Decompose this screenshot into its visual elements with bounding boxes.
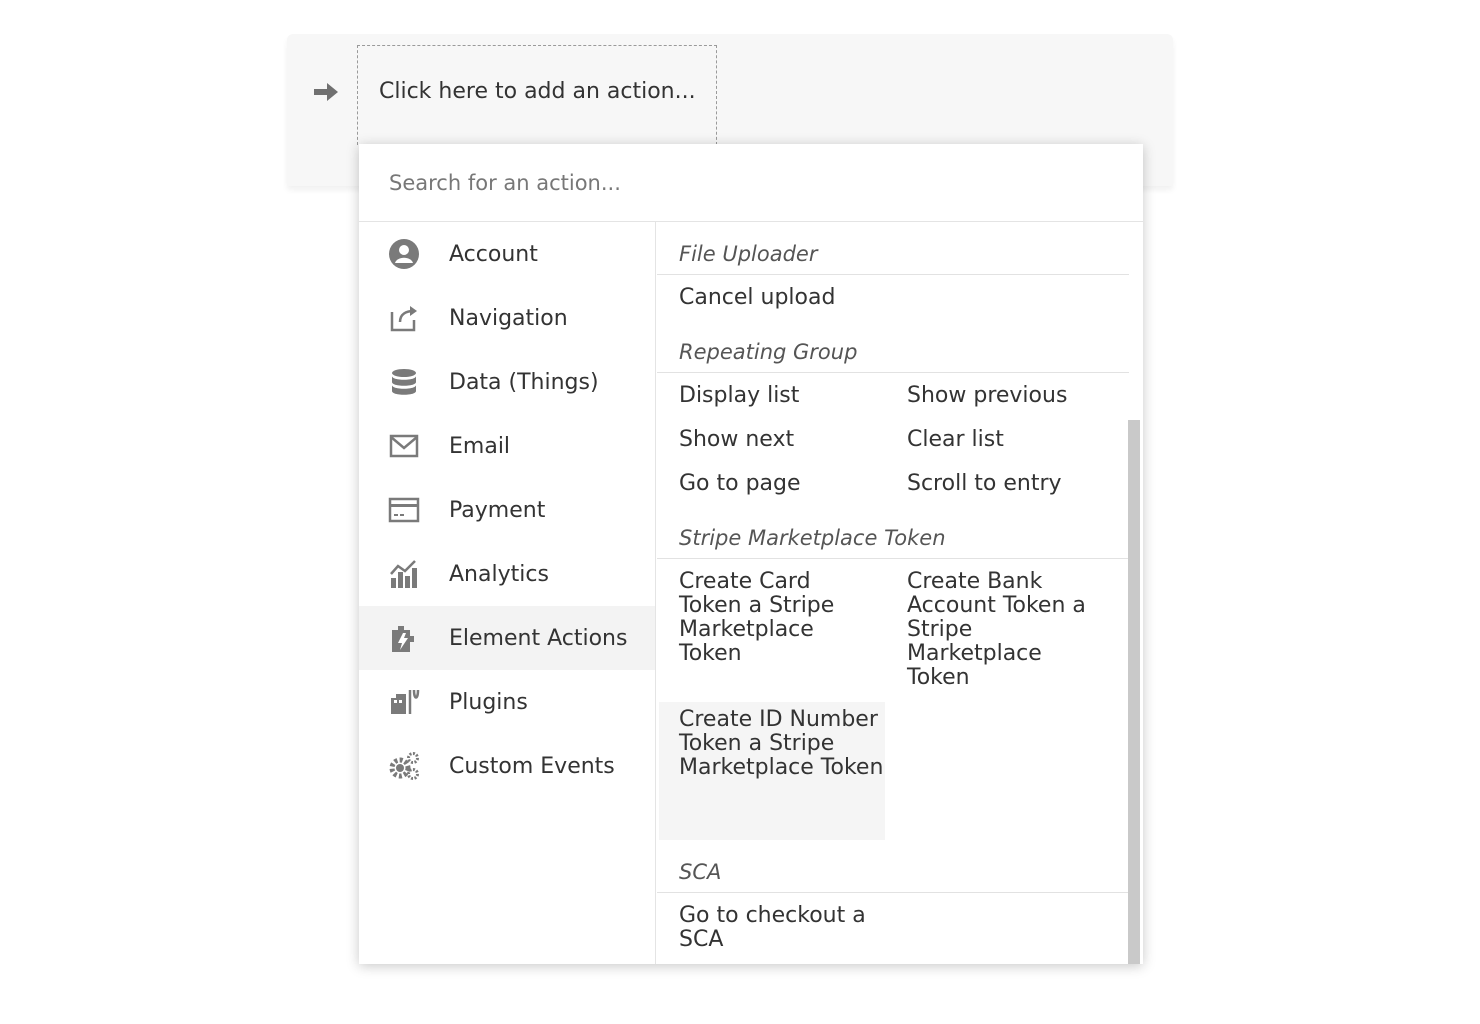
credit-card-icon (386, 492, 422, 528)
action-list-scrollbar[interactable] (1128, 420, 1140, 964)
category-label: Plugins (449, 689, 528, 715)
category-analytics[interactable]: Analytics (359, 542, 655, 606)
category-label: Custom Events (449, 753, 615, 779)
group-title-sca: SCA (679, 860, 722, 884)
navigation-icon (386, 300, 422, 336)
action-go-to-page[interactable]: Go to page (679, 472, 889, 496)
category-label: Navigation (449, 305, 568, 331)
category-label: Email (449, 433, 511, 459)
action-scroll-to-entry[interactable]: Scroll to entry (907, 472, 1117, 496)
category-label: Account (449, 241, 538, 267)
group-title-stripe-marketplace-token: Stripe Marketplace Token (679, 526, 946, 550)
gears-icon (386, 748, 422, 784)
action-create-bank-account-token[interactable]: Create Bank Account Token a Stripe Marke… (907, 570, 1107, 690)
email-icon (386, 428, 422, 464)
category-label: Payment (449, 497, 546, 523)
category-plugins[interactable]: Plugins (359, 670, 655, 734)
action-go-to-checkout-sca[interactable]: Go to checkout a SCA (679, 904, 879, 952)
arrow-right-icon (310, 76, 342, 108)
category-label: Data (Things) (449, 369, 599, 395)
database-icon (386, 364, 422, 400)
group-title-file-uploader: File Uploader (679, 242, 818, 266)
action-cancel-upload[interactable]: Cancel upload (679, 286, 899, 310)
action-create-id-number-token[interactable]: Create ID Number Token a Stripe Marketpl… (659, 702, 885, 840)
action-list: File Uploader Cancel upload Repeating Gr… (657, 222, 1143, 964)
group-divider (657, 274, 1129, 275)
group-divider (657, 892, 1129, 893)
account-icon (386, 236, 422, 272)
category-email[interactable]: Email (359, 414, 655, 478)
action-search-input[interactable] (359, 144, 1143, 222)
category-payment[interactable]: Payment (359, 478, 655, 542)
action-display-list[interactable]: Display list (679, 384, 889, 408)
group-divider (657, 558, 1129, 559)
action-create-card-token[interactable]: Create Card Token a Stripe Marketplace T… (679, 570, 859, 666)
action-show-previous[interactable]: Show previous (907, 384, 1117, 408)
category-custom-events[interactable]: Custom Events (359, 734, 655, 798)
plugins-icon (386, 684, 422, 720)
analytics-icon (386, 556, 422, 592)
action-show-next[interactable]: Show next (679, 428, 889, 452)
group-title-repeating-group: Repeating Group (679, 340, 858, 364)
group-divider (657, 372, 1129, 373)
action-clear-list[interactable]: Clear list (907, 428, 1117, 452)
category-label: Element Actions (449, 625, 628, 651)
category-element-actions[interactable]: Element Actions (359, 606, 655, 670)
element-actions-icon (386, 620, 422, 656)
category-data-things[interactable]: Data (Things) (359, 350, 655, 414)
action-picker-dropdown: Account Navigation Data (Things) Email P… (359, 144, 1143, 964)
category-label: Analytics (449, 561, 549, 587)
category-account[interactable]: Account (359, 222, 655, 286)
category-list: Account Navigation Data (Things) Email P… (359, 222, 656, 964)
category-navigation[interactable]: Navigation (359, 286, 655, 350)
add-action-button[interactable]: Click here to add an action... (357, 45, 717, 145)
